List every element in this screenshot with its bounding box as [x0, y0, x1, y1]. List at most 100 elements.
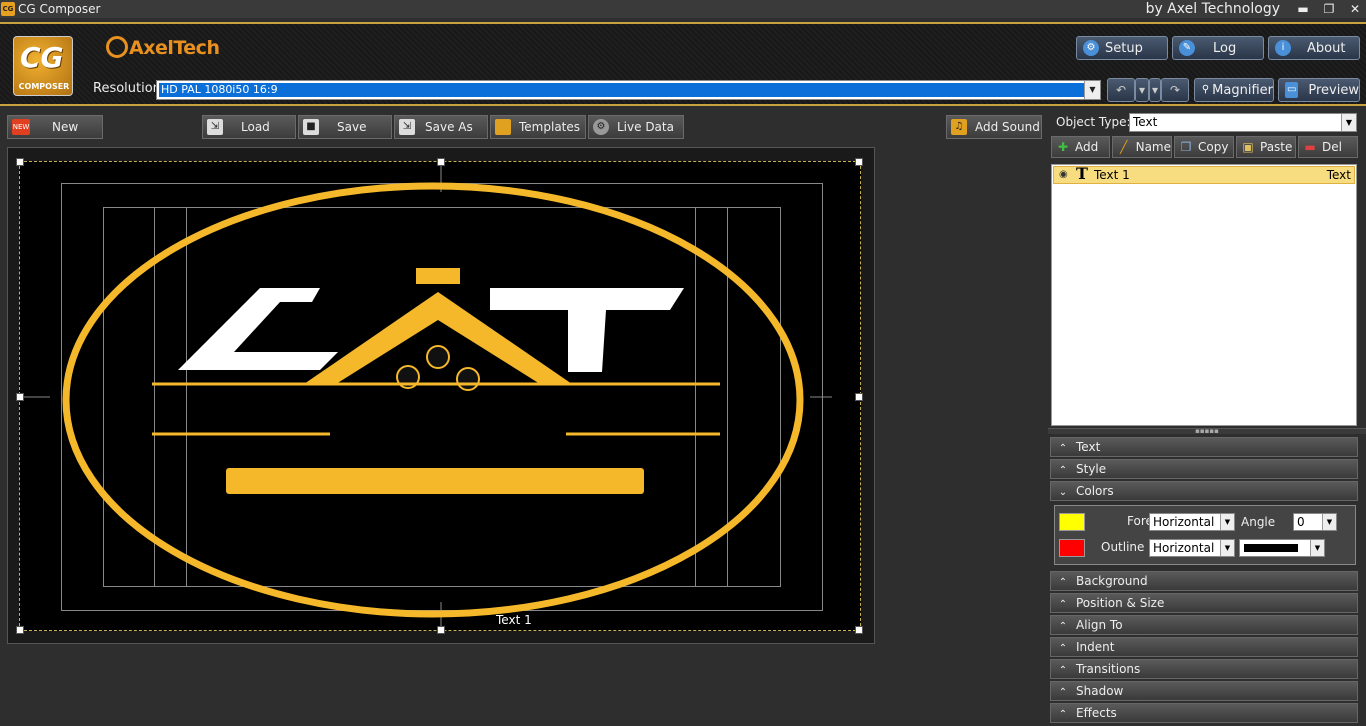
delete-object-button[interactable]: ▬ Del — [1298, 136, 1358, 158]
object-type-select[interactable]: Text ▼ — [1129, 113, 1357, 132]
chevron-down-icon[interactable]: ▼ — [1084, 81, 1100, 99]
section-effects[interactable]: ⌃ Effects — [1050, 703, 1358, 723]
object-list: ◉ T Text 1 Text — [1051, 164, 1357, 426]
chevron-down-icon[interactable]: ▼ — [1310, 540, 1324, 556]
preview-button[interactable]: ▭ Preview — [1278, 78, 1360, 102]
resolution-label: Resolution — [93, 81, 161, 96]
section-shadow[interactable]: ⌃ Shadow — [1050, 681, 1358, 701]
folder-icon — [495, 119, 511, 135]
pencil-icon: ╱ — [1120, 140, 1128, 154]
axeltech-ring-icon — [106, 36, 128, 58]
save-button[interactable]: ■ Save — [298, 115, 392, 139]
new-icon: NEW — [12, 119, 30, 135]
resize-handle[interactable] — [437, 626, 445, 634]
object-type: Text — [1326, 168, 1351, 182]
rename-object-button[interactable]: ╱ Name — [1112, 136, 1172, 158]
chevron-down-icon[interactable]: ▼ — [1220, 540, 1234, 556]
axeltech-logo: AxelTech — [106, 36, 220, 59]
outline-color-select[interactable]: ▼ — [1239, 539, 1325, 557]
minimize-button[interactable]: ▬ — [1292, 0, 1314, 18]
fore-mode-select[interactable]: Horizontal ▼ — [1149, 513, 1235, 531]
section-style[interactable]: ⌃ Style — [1050, 459, 1358, 479]
section-align-to[interactable]: ⌃ Align To — [1050, 615, 1358, 635]
window-title: CG Composer — [18, 2, 101, 16]
info-icon: i — [1275, 40, 1291, 56]
resize-handle[interactable] — [855, 158, 863, 166]
chevron-up-icon: ⌃ — [1058, 443, 1068, 454]
resolution-value: HD PAL 1080i50 16:9 — [159, 83, 1084, 97]
gear-icon: ⚙ — [1083, 40, 1099, 56]
save-as-button[interactable]: ⇲ Save As — [394, 115, 488, 139]
log-button[interactable]: ✎ Log — [1172, 36, 1264, 60]
resize-handle[interactable] — [855, 626, 863, 634]
chevron-up-icon: ⌃ — [1058, 643, 1068, 654]
panel-splitter[interactable]: ▪▪▪▪▪ — [1048, 428, 1366, 435]
cg-composer-logo: CG COMPOSER — [13, 36, 73, 96]
load-button[interactable]: ⇲ Load — [202, 115, 296, 139]
vendor-label: by Axel Technology — [1145, 1, 1280, 17]
paste-object-button[interactable]: ▣ Paste — [1236, 136, 1296, 158]
music-note-icon: ♫ — [951, 119, 967, 135]
maximize-button[interactable]: ❐ — [1318, 0, 1340, 18]
section-indent[interactable]: ⌃ Indent — [1050, 637, 1358, 657]
paste-icon: ▣ — [1242, 140, 1254, 154]
app-icon: CG — [1, 2, 15, 16]
copy-icon: ❐ — [1180, 140, 1192, 154]
chevron-down-icon[interactable]: ▼ — [1220, 514, 1234, 530]
header: CG COMPOSER AxelTech ⚙ Setup ✎ Log i About … — [0, 22, 1366, 106]
add-sound-button[interactable]: ♫ Add Sound — [946, 115, 1042, 139]
chevron-down-icon[interactable]: ▼ — [1322, 514, 1336, 530]
chevron-up-icon: ⌃ — [1058, 599, 1068, 610]
live-data-button[interactable]: ⚙ Live Data — [588, 115, 684, 139]
plus-icon: ✚ — [1057, 140, 1069, 154]
new-button[interactable]: NEW New — [7, 115, 103, 139]
redo-button[interactable]: ↷ — [1161, 78, 1189, 102]
undo-button[interactable]: ↶ — [1107, 78, 1135, 102]
magnifier-button[interactable]: ⚲ Magnifier — [1194, 78, 1274, 102]
undo-dropdown[interactable]: ▾ — [1135, 78, 1149, 102]
section-position-size[interactable]: ⌃ Position & Size — [1050, 593, 1358, 613]
resolution-select[interactable]: HD PAL 1080i50 16:9 ▼ — [156, 80, 1101, 100]
templates-button[interactable]: Templates — [490, 115, 586, 139]
chevron-down-icon: ⌄ — [1058, 487, 1068, 498]
outline-color-preview — [1244, 544, 1298, 552]
chevron-up-icon: ⌃ — [1058, 665, 1068, 676]
graphic-canvas[interactable]: Text 1 — [16, 158, 863, 634]
about-button[interactable]: i About — [1268, 36, 1360, 60]
chevron-up-icon: ⌃ — [1058, 621, 1068, 632]
angle-label: Angle — [1241, 515, 1276, 529]
list-item[interactable]: ◉ T Text 1 Text — [1053, 166, 1355, 184]
magnifier-icon: ⚲ — [1201, 84, 1210, 95]
section-transitions[interactable]: ⌃ Transitions — [1050, 659, 1358, 679]
log-icon: ✎ — [1179, 40, 1195, 56]
angle-input[interactable]: 0 ▼ — [1293, 513, 1337, 531]
resize-handle[interactable] — [855, 393, 863, 401]
outline-color-swatch[interactable] — [1059, 539, 1085, 557]
fore-color-swatch[interactable] — [1059, 513, 1085, 531]
save-icon: ■ — [303, 119, 319, 135]
resize-handle[interactable] — [437, 158, 445, 166]
chevron-up-icon: ⌃ — [1058, 687, 1068, 698]
gear-icon: ⚙ — [593, 119, 609, 135]
setup-button[interactable]: ⚙ Setup — [1076, 36, 1168, 60]
eye-icon[interactable]: ◉ — [1059, 167, 1068, 183]
title-bar: CG CG Composer by Axel Technology ▬ ❐ ✕ — [0, 0, 1366, 18]
section-text[interactable]: ⌃ Text — [1050, 437, 1358, 457]
section-colors[interactable]: ⌄ Colors — [1050, 481, 1358, 501]
canvas-area: Text 1 — [7, 147, 875, 644]
main-toolbar: NEW New ⇲ Load ■ Save ⇲ Save As Templates ⚙ L… — [0, 112, 1045, 142]
section-background[interactable]: ⌃ Background — [1050, 571, 1358, 591]
resize-handle[interactable] — [16, 393, 24, 401]
object-caption: Text 1 — [496, 613, 532, 627]
add-object-button[interactable]: ✚ Add — [1051, 136, 1110, 158]
copy-object-button[interactable]: ❐ Copy — [1174, 136, 1234, 158]
colors-panel: Fore Horizontal ▼ Angle 0 ▼ Outline Horizo… — [1054, 505, 1356, 565]
close-button[interactable]: ✕ — [1344, 0, 1366, 18]
monitor-icon: ▭ — [1285, 82, 1299, 98]
chevron-up-icon: ⌃ — [1058, 577, 1068, 588]
chevron-down-icon[interactable]: ▼ — [1341, 114, 1356, 131]
redo-dropdown[interactable]: ▾ — [1149, 78, 1161, 102]
resize-handle[interactable] — [16, 158, 24, 166]
outline-mode-select[interactable]: Horizontal ▼ — [1149, 539, 1235, 557]
resize-handle[interactable] — [16, 626, 24, 634]
